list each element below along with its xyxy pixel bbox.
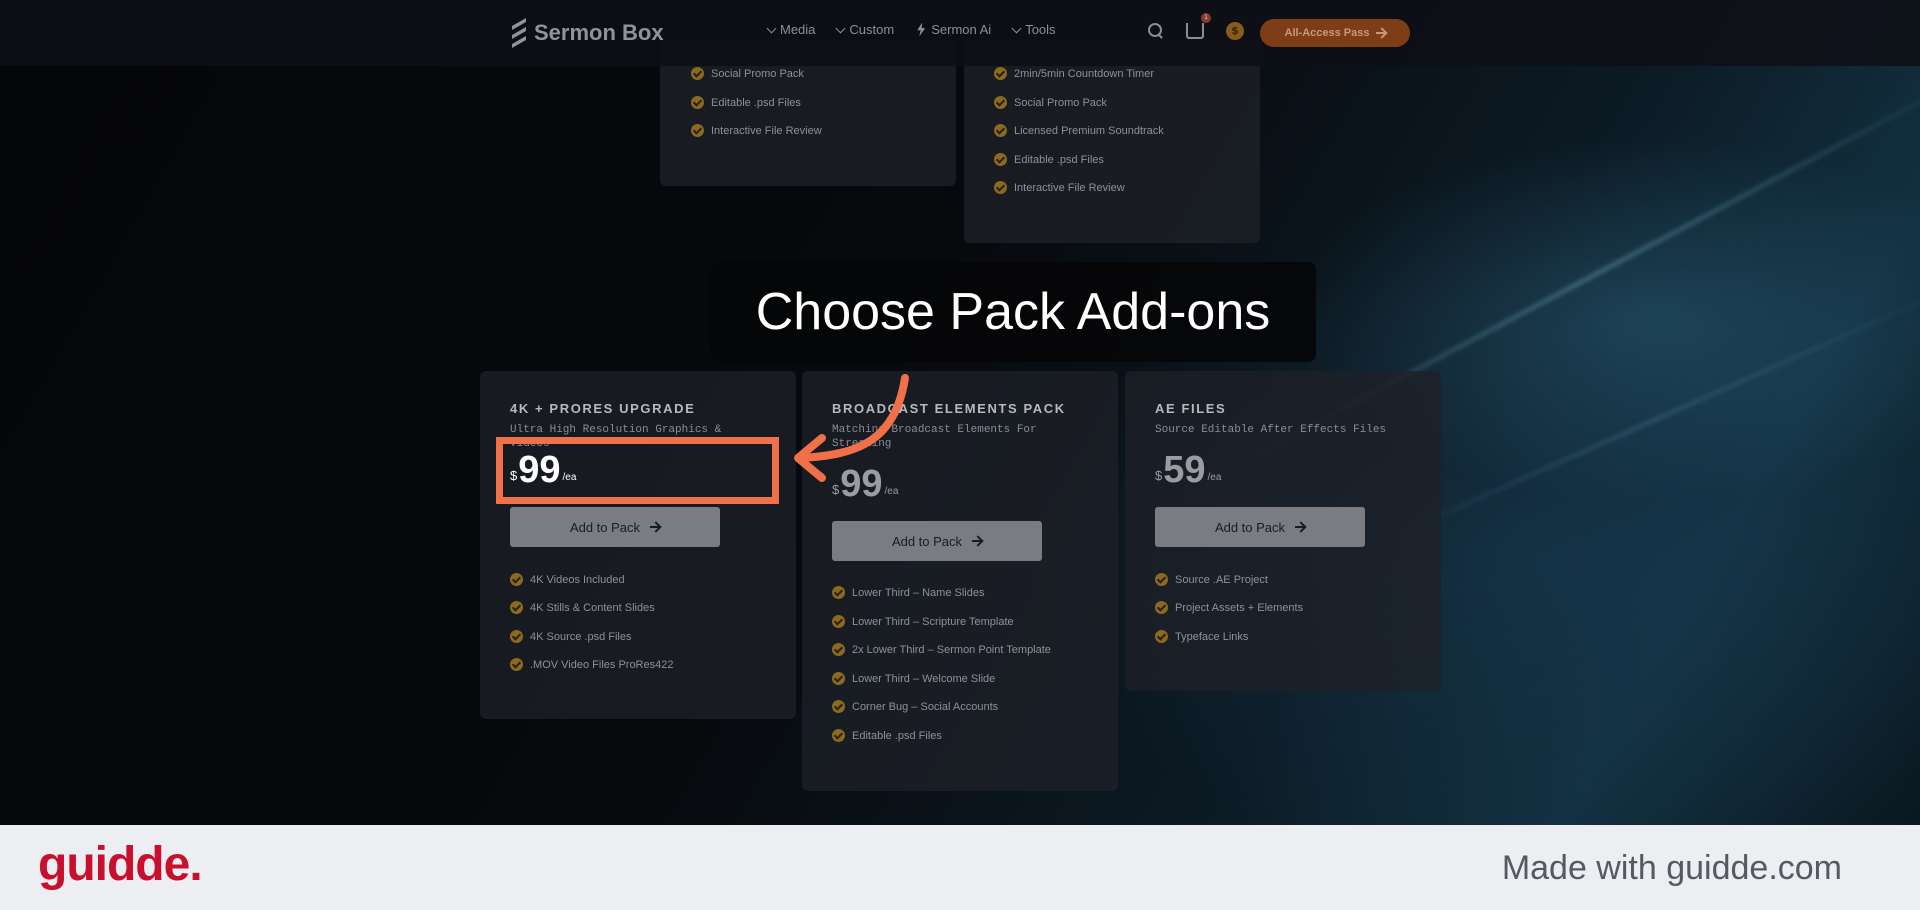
check-icon [510, 658, 523, 671]
feature-item: Editable .psd Files [994, 153, 1104, 166]
check-icon [832, 615, 845, 628]
step-title: Choose Pack Add-ons [755, 283, 1271, 341]
arrow-right-icon [1295, 526, 1306, 528]
check-icon [994, 153, 1007, 166]
cart-count-badge: 1 [1201, 13, 1211, 23]
check-icon [994, 96, 1007, 109]
highlight-rectangle [496, 437, 779, 504]
feature-item: Source .AE Project [1155, 573, 1268, 586]
feature-item: Lower Third – Scripture Template [832, 615, 1014, 628]
bolt-icon [917, 22, 926, 37]
check-icon [1155, 630, 1168, 643]
check-icon [1155, 573, 1168, 586]
feature-item: 4K Source .psd Files [510, 630, 632, 643]
made-with-text: Made with guidde.com [1501, 849, 1842, 887]
addon-title: 4K + PRORES UPGRADE [510, 401, 696, 416]
check-icon [994, 124, 1007, 137]
header-icons: 1 $ [1148, 13, 1244, 40]
feature-item: 2x Lower Third – Sermon Point Template [832, 643, 1051, 656]
add-to-pack-button[interactable]: Add to Pack [1155, 507, 1365, 547]
feature-item: 4K Stills & Content Slides [510, 601, 655, 614]
site-logo[interactable]: Sermon Box [510, 17, 664, 49]
addon-card-broadcast: BROADCAST ELEMENTS PACK Matching Broadca… [802, 371, 1118, 791]
nav-item-tools[interactable]: Tools [1011, 22, 1056, 37]
nav-item-custom[interactable]: Custom [835, 22, 894, 37]
addon-title: BROADCAST ELEMENTS PACK [832, 401, 1066, 416]
feature-item: Corner Bug – Social Accounts [832, 700, 998, 713]
logo-icon [510, 17, 528, 49]
feature-item: 4K Videos Included [510, 573, 625, 586]
step-title-overlay: Choose Pack Add-ons [710, 262, 1316, 362]
addon-card-ae-files: AE FILES Source Editable After Effects F… [1125, 371, 1441, 691]
addon-title: AE FILES [1155, 401, 1227, 416]
check-icon [994, 181, 1007, 194]
check-icon [832, 700, 845, 713]
page-background: Social Promo Pack Editable .psd Files In… [0, 0, 1920, 825]
feature-item: 2min/5min Countdown Timer [994, 67, 1154, 80]
chevron-down-icon [1011, 23, 1022, 33]
footer-bar: guidde. Made with guidde.com [0, 825, 1920, 910]
feature-item: Lower Third – Name Slides [832, 586, 984, 599]
check-icon [510, 601, 523, 614]
feature-item: Social Promo Pack [994, 96, 1107, 109]
check-icon [832, 672, 845, 685]
feature-item: Typeface Links [1155, 630, 1248, 643]
site-header: Sermon Box Media Custom Sermon Ai Tools … [0, 0, 1920, 66]
nav-item-sermon-ai[interactable]: Sermon Ai [916, 22, 991, 37]
feature-item: Lower Third – Welcome Slide [832, 672, 995, 685]
chevron-down-icon [766, 23, 777, 33]
check-icon [510, 573, 523, 586]
check-icon [510, 630, 523, 643]
check-icon [832, 729, 845, 742]
addon-subtitle: Source Editable After Effects Files [1155, 424, 1387, 436]
add-to-pack-button[interactable]: Add to Pack [510, 507, 720, 547]
check-icon [1155, 601, 1168, 614]
guidde-logo: guidde. [38, 838, 203, 891]
nav-item-media[interactable]: Media [766, 22, 815, 37]
search-icon[interactable] [1148, 23, 1164, 39]
check-icon [691, 124, 704, 137]
package-card-right: 2min/5min Countdown Timer Social Promo P… [964, 40, 1260, 243]
arrow-right-icon [650, 526, 661, 528]
check-icon [691, 96, 704, 109]
check-icon [691, 67, 704, 80]
arrow-right-icon [972, 540, 983, 542]
arrow-right-icon [1375, 32, 1386, 34]
check-icon [832, 586, 845, 599]
feature-item: Interactive File Review [994, 181, 1125, 194]
addon-price: $ 99 /ea [832, 463, 899, 505]
check-icon [994, 67, 1007, 80]
feature-item: Editable .psd Files [832, 729, 942, 742]
feature-item: .MOV Video Files ProRes422 [510, 658, 673, 671]
chevron-down-icon [835, 23, 846, 33]
feature-item: Licensed Premium Soundtrack [994, 124, 1164, 137]
main-nav: Media Custom Sermon Ai Tools [766, 22, 1056, 37]
coin-icon[interactable]: $ [1226, 22, 1244, 40]
feature-item: Project Assets + Elements [1155, 601, 1303, 614]
feature-item: Social Promo Pack [691, 67, 804, 80]
feature-item: Editable .psd Files [691, 96, 801, 109]
all-access-pass-button[interactable]: All-Access Pass [1260, 19, 1410, 47]
addon-subtitle: Matching Broadcast Elements For Streamin… [832, 424, 1037, 450]
check-icon [832, 643, 845, 656]
feature-item: Interactive File Review [691, 124, 822, 137]
addon-card-4k-prores: 4K + PRORES UPGRADE Ultra High Resolutio… [480, 371, 796, 719]
addon-price: $ 59 /ea [1155, 449, 1222, 491]
cart-icon[interactable]: 1 [1186, 13, 1211, 39]
add-to-pack-button[interactable]: Add to Pack [832, 521, 1042, 561]
